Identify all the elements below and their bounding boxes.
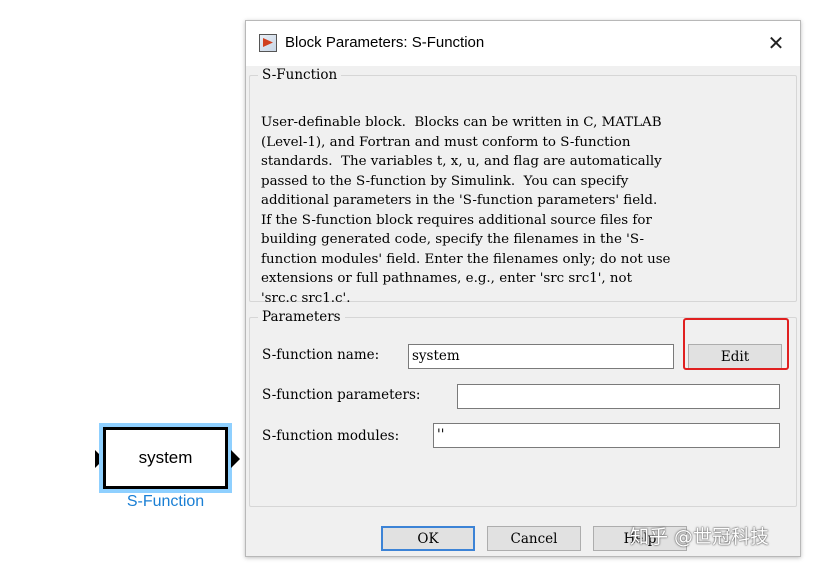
cancel-button[interactable]: Cancel xyxy=(487,526,581,551)
sfunction-parameters-input[interactable] xyxy=(457,384,780,409)
description-legend: S-Function xyxy=(262,67,338,83)
sfunction-name-input[interactable]: system xyxy=(408,344,674,369)
dialog-title: Block Parameters: S-Function xyxy=(285,34,485,51)
description-group: S-Function User-definable block. Blocks … xyxy=(249,67,797,306)
edit-highlight-annotation xyxy=(683,318,789,370)
watermark: 知乎 @世冠科技 xyxy=(630,526,770,548)
block-parameters-dialog: Block Parameters: S-Function ✕ S-Functio… xyxy=(245,20,801,557)
block-description: User-definable block. Blocks can be writ… xyxy=(261,115,671,306)
close-icon[interactable]: ✕ xyxy=(762,29,790,57)
dialog-titlebar[interactable]: Block Parameters: S-Function ✕ xyxy=(246,21,800,66)
block-caption[interactable]: S-Function xyxy=(103,493,228,511)
sfunction-modules-input[interactable]: '' xyxy=(433,423,780,448)
sfunction-modules-label: S-function modules: xyxy=(262,428,400,444)
output-port-arrow xyxy=(231,450,240,468)
sfunction-name-label: S-function name: xyxy=(262,347,380,363)
sfunction-parameters-label: S-function parameters: xyxy=(262,387,421,403)
parameters-legend: Parameters xyxy=(262,309,341,325)
simulink-block-icon xyxy=(259,34,277,52)
ok-button[interactable]: OK xyxy=(381,526,475,551)
sfunction-block[interactable]: system xyxy=(103,427,228,489)
block-label: system xyxy=(138,448,193,467)
